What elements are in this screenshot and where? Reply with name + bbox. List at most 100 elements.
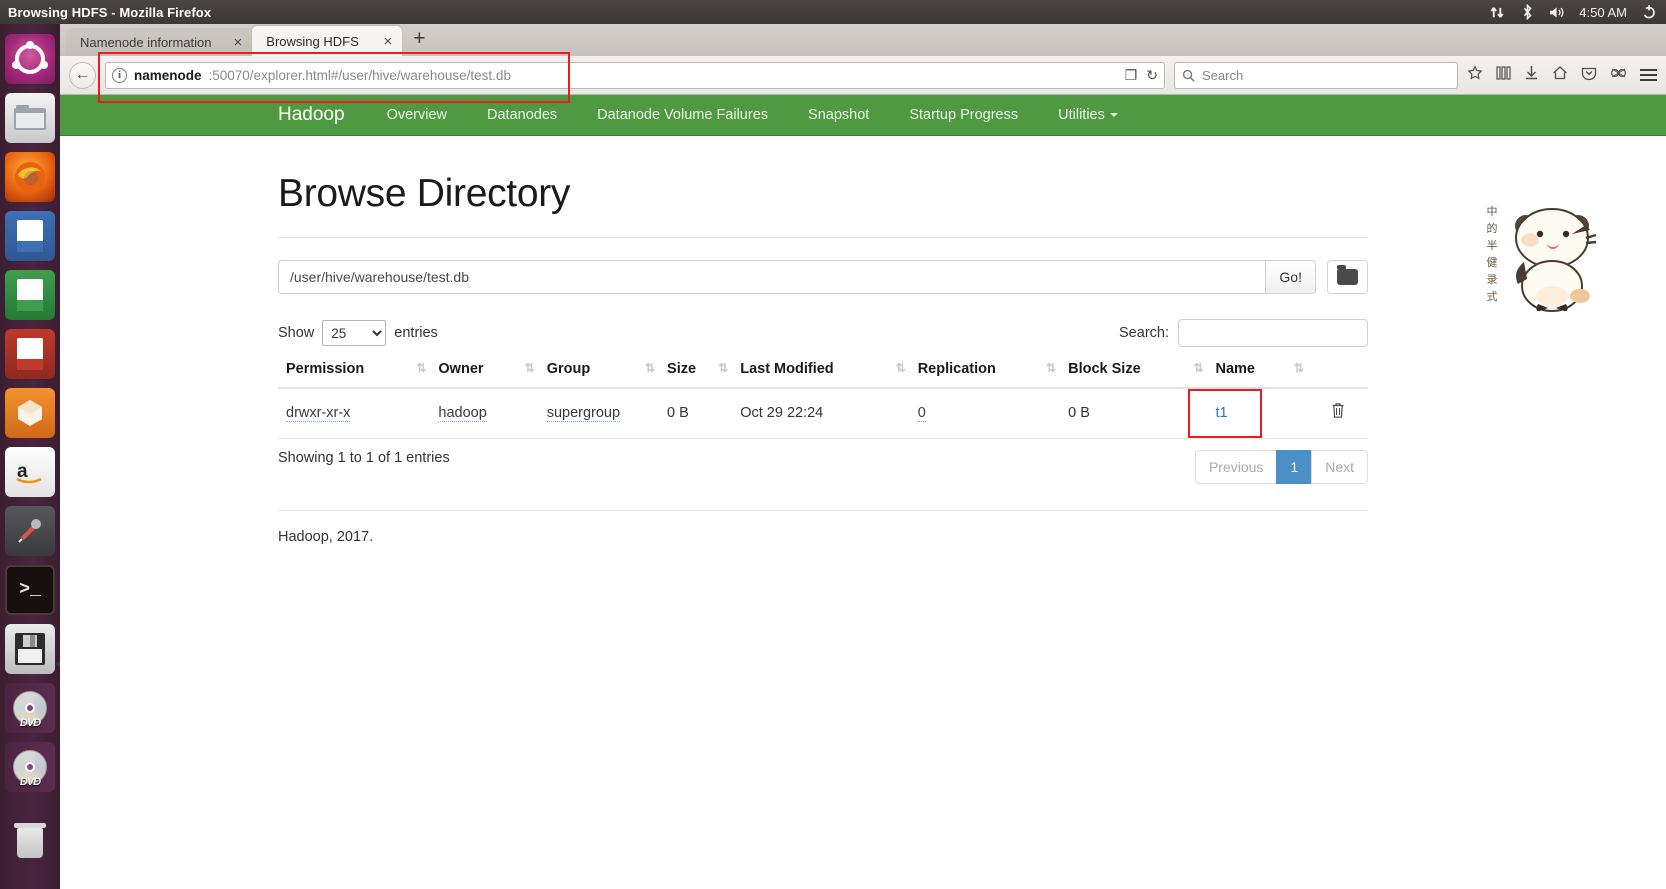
nav-link-overview[interactable]: Overview (387, 107, 447, 123)
name-link[interactable]: t1 (1216, 405, 1228, 421)
close-icon[interactable]: × (220, 34, 243, 51)
nav-link-datanodes[interactable]: Datanodes (487, 107, 557, 123)
folder-icon (1337, 265, 1358, 285)
search-label: Search: (1119, 325, 1169, 341)
main-container: Browse Directory Go! Show 25 50 100 (278, 136, 1368, 545)
reload-icon[interactable]: ↻ (1146, 67, 1158, 84)
downloads-icon[interactable] (1524, 65, 1539, 85)
search-input[interactable] (1178, 319, 1368, 347)
site-info-icon[interactable]: i (112, 67, 127, 83)
trash-icon[interactable] (1331, 403, 1345, 423)
sort-icon: ⇅ (1193, 361, 1203, 375)
nav-link-datanode-volume-failures[interactable]: Datanode Volume Failures (597, 107, 768, 123)
launcher-item-system-settings-icon[interactable] (5, 506, 55, 556)
chevron-down-icon (1109, 113, 1118, 118)
launcher-item-trash-icon[interactable] (5, 818, 55, 868)
col-group[interactable]: Group ⇅ (538, 361, 660, 389)
tab-bar: Namenode information × Browsing HDFS × + (60, 24, 1666, 56)
table-header-row: Permission ⇅ Owner ⇅ Group ⇅ Size ⇅ Last Mod… (278, 361, 1368, 389)
replication-link[interactable]: 0 (917, 405, 926, 422)
nav-dropdown-label: Utilities (1058, 107, 1105, 123)
back-button[interactable]: ← (69, 61, 96, 89)
star-icon[interactable] (1467, 65, 1483, 85)
footer-divider (278, 510, 1368, 511)
pagination-previous[interactable]: Previous (1194, 450, 1278, 484)
entries-select[interactable]: 25 50 100 (322, 320, 387, 346)
clock[interactable]: 4:50 AM (1579, 5, 1627, 20)
nav-link-startup-progress[interactable]: Startup Progress (909, 107, 1018, 123)
show-label: Show (278, 325, 315, 341)
pocket-icon[interactable] (1581, 65, 1597, 85)
show-entries-control: Show 25 50 100 entries (278, 320, 438, 346)
pagination-next[interactable]: Next (1311, 450, 1368, 484)
launcher-item-dvd-icon-2[interactable]: DVD (5, 742, 55, 792)
launcher-item-libreoffice-impress-icon[interactable] (5, 329, 55, 379)
disk-image-icon (15, 633, 45, 665)
table-row[interactable]: drwxr-xr-x hadoop supergroup 0 B Oct 29 … (278, 388, 1368, 439)
col-owner[interactable]: Owner ⇅ (430, 361, 539, 389)
launcher-item-ubuntu-dash-icon[interactable] (5, 34, 55, 84)
tab-browsing-hdfs[interactable]: Browsing HDFS × (252, 26, 403, 56)
nav-dropdown-utilities[interactable]: Utilities (1058, 107, 1118, 123)
libreoffice-impress-icon (17, 338, 43, 370)
col-actions (1307, 361, 1368, 389)
pagination: Previous 1 Next (1194, 450, 1368, 484)
launcher-item-dvd-icon[interactable]: DVD (5, 683, 55, 733)
launcher-item-firefox-icon[interactable] (5, 152, 55, 202)
sort-icon: ⇅ (718, 361, 728, 375)
launcher-item-files-icon[interactable] (5, 93, 55, 143)
pagination-page-1[interactable]: 1 (1276, 450, 1313, 484)
magnifier-icon (1182, 69, 1195, 82)
reader-view-icon[interactable]: ❐ (1125, 67, 1138, 84)
col-size[interactable]: Size ⇅ (659, 361, 733, 389)
table-head: Permission ⇅ Owner ⇅ Group ⇅ Size ⇅ Last Mod… (278, 361, 1368, 389)
file-table: Permission ⇅ Owner ⇅ Group ⇅ Size ⇅ Last Mod… (278, 361, 1368, 439)
launcher-item-terminal-icon[interactable]: >_ (5, 565, 55, 615)
launcher-item-libreoffice-calc-icon[interactable] (5, 270, 55, 320)
network-updown-icon[interactable] (1489, 3, 1506, 21)
search-bar[interactable]: Search (1174, 61, 1458, 89)
home-icon[interactable] (1552, 65, 1568, 85)
table-body: drwxr-xr-x hadoop supergroup 0 B Oct 29 … (278, 388, 1368, 439)
files-icon (14, 105, 46, 130)
col-replication[interactable]: Replication ⇅ (909, 361, 1061, 389)
menu-icon[interactable] (1640, 69, 1657, 81)
launcher-item-amazon-icon[interactable]: a (5, 447, 55, 497)
page-title: Browse Directory (278, 172, 571, 215)
trash-icon (14, 823, 46, 858)
group-link[interactable]: supergroup (546, 405, 621, 422)
nav-link-snapshot[interactable]: Snapshot (808, 107, 869, 123)
owner-link[interactable]: hadoop (438, 405, 487, 422)
path-input-group: Go! (278, 260, 1316, 294)
tab-namenode-information[interactable]: Namenode information × (66, 28, 253, 56)
url-bar[interactable]: i namenode:50070/explorer.html#/user/hiv… (105, 61, 1165, 89)
divider (278, 237, 1368, 238)
navigation-toolbar: ← i namenode:50070/explorer.html#/user/h… (60, 56, 1666, 95)
launcher-item-libreoffice-writer-icon[interactable] (5, 211, 55, 261)
path-row: Go! (278, 260, 1368, 294)
path-input[interactable] (278, 260, 1266, 294)
library-icon[interactable] (1496, 65, 1511, 85)
amazon-icon: a (16, 461, 42, 484)
new-tab-icon[interactable]: + (402, 27, 436, 53)
bluetooth-icon[interactable] (1519, 3, 1536, 21)
col-last-modified[interactable]: Last Modified ⇅ (732, 361, 910, 389)
close-icon[interactable]: × (370, 33, 393, 50)
browse-folder-button[interactable] (1327, 260, 1368, 294)
permission-link[interactable]: drwxr-xr-x (286, 405, 351, 422)
col-permission[interactable]: Permission ⇅ (278, 361, 431, 389)
sync-icon[interactable] (1610, 65, 1627, 85)
col-block-size[interactable]: Block Size ⇅ (1060, 361, 1208, 389)
go-button[interactable]: Go! (1265, 260, 1316, 294)
col-name[interactable]: Name ⇅ (1207, 361, 1308, 389)
launcher-item-disk-image-icon[interactable] (5, 624, 55, 674)
power-gear-icon[interactable] (1640, 3, 1657, 21)
hadoop-brand[interactable]: Hadoop (278, 104, 345, 126)
unity-launcher: a >_ DVD DVD (0, 24, 60, 889)
launcher-item-ubuntu-software-icon[interactable] (5, 388, 55, 438)
table-controls: Show 25 50 100 entries Search: (278, 319, 1368, 347)
cell-actions (1307, 388, 1368, 439)
libreoffice-calc-icon (17, 279, 43, 311)
unity-top-panel: Browsing HDFS - Mozilla Firefox 4:50 AM (0, 0, 1666, 24)
volume-icon[interactable] (1549, 3, 1566, 21)
